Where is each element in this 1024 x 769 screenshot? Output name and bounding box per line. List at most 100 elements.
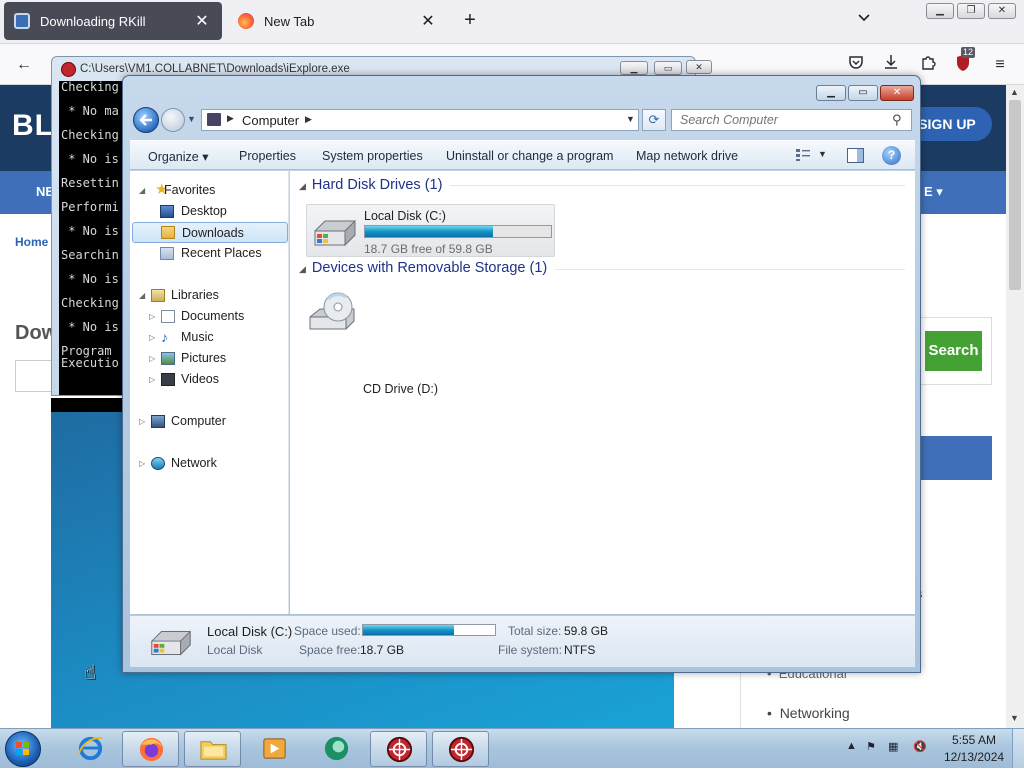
clock-date[interactable]: 12/13/2024 [944,750,1004,764]
console-close-button[interactable]: ✕ [686,60,712,74]
list-all-tabs-icon[interactable] [852,10,876,26]
console-minimize-button[interactable]: ▁ [620,61,648,75]
breadcrumb-home-link[interactable]: Home [15,235,48,249]
site-input[interactable] [15,360,55,392]
taskbar-media-player[interactable] [246,731,303,767]
desktop-icon [160,205,174,218]
breadcrumb-arrow-icon[interactable]: ▶ [227,113,234,124]
breadcrumb-arrow-icon[interactable]: ▶ [305,114,312,125]
new-tab-button[interactable]: + [458,9,482,32]
taskbar-app-green[interactable] [308,731,365,767]
site-logo[interactable]: BL [12,109,54,143]
taskbar-firefox[interactable] [122,731,179,767]
sidebar-link-networking[interactable]: • Networking [767,705,850,721]
page-scroll-thumb[interactable] [1009,100,1021,290]
map-network-drive-button[interactable]: Map network drive [636,149,738,163]
show-desktop-button[interactable] [1012,729,1024,768]
collapsed-triangle-icon[interactable]: ▷ [149,348,155,369]
volume-muted-icon[interactable]: 🔇 [913,740,927,753]
taskbar-rkill-console[interactable] [370,731,427,767]
nav-item-favorites[interactable]: ◢ ★ Favorites [130,180,288,201]
nav-item-videos[interactable]: ▷ Videos [130,369,288,390]
group-header-removable-storage[interactable]: ◢ Devices with Removable Storage (1) [299,260,547,276]
collapsed-triangle-icon[interactable]: ▷ [139,411,145,432]
tab-downloading-rkill[interactable]: Downloading RKill ✕ [4,2,222,40]
pocket-icon[interactable] [845,54,867,76]
close-tab-icon[interactable]: ✕ [418,11,438,31]
organize-menu-button[interactable]: Organize ▾ [148,149,208,164]
console-maximize-button[interactable]: ▭ [654,61,682,75]
nav-item-music[interactable]: ▷ ♪ Music [130,327,288,348]
start-button[interactable] [5,731,41,767]
change-view-icon[interactable] [795,148,811,162]
tab-new-tab[interactable]: New Tab ✕ [228,2,448,40]
show-hidden-icons-arrow[interactable]: ▲ [846,740,857,752]
help-icon[interactable]: ? [882,146,901,165]
browser-minimize-button[interactable]: ▁ [926,3,954,19]
nav-item-desktop[interactable]: Desktop [130,201,288,222]
scroll-up-arrow-icon[interactable]: ▲ [1010,87,1019,97]
site-search-button[interactable]: Search [925,331,982,371]
system-properties-button[interactable]: System properties [322,149,423,163]
taskbar-windows-explorer[interactable] [184,731,241,767]
uninstall-program-button[interactable]: Uninstall or change a program [446,149,613,163]
recent-locations-dropdown-icon[interactable]: ▼ [187,114,196,124]
browser-restore-button[interactable]: ❐ [957,3,985,19]
properties-button[interactable]: Properties [239,149,296,163]
nav-item-network[interactable]: ▷ Network [130,453,288,474]
action-center-icon[interactable]: ⚑ [866,740,876,753]
expanded-triangle-icon[interactable]: ◢ [139,180,145,201]
group-collapse-icon[interactable]: ◢ [299,264,306,274]
drive-c-tile[interactable]: Local Disk (C:) 18.7 GB free of 59.8 GB [306,204,555,257]
search-box[interactable]: ⚲ [671,109,912,131]
browser-close-button[interactable]: ✕ [988,3,1016,19]
hard-drive-icon [151,630,191,656]
collapsed-triangle-icon[interactable]: ▷ [149,306,155,327]
back-button[interactable] [133,107,159,133]
taskbar-rkill-app[interactable] [432,731,489,767]
nav-item-pictures[interactable]: ▷ Pictures [130,348,288,369]
address-history-dropdown-icon[interactable]: ▼ [626,114,635,124]
search-icon[interactable]: ⚲ [892,112,902,128]
network-tray-icon[interactable]: ▦ [888,740,898,753]
nav-item-downloads[interactable]: Downloads [132,222,288,243]
scroll-down-arrow-icon[interactable]: ▼ [1010,713,1019,723]
address-bar[interactable]: ▶ Computer ▶ ▼ [201,109,639,131]
expanded-triangle-icon[interactable]: ◢ [139,285,145,306]
drive-name: Local Disk (C:) [364,209,446,223]
collapsed-triangle-icon[interactable]: ▷ [149,369,155,390]
view-options-dropdown-icon[interactable]: ▼ [818,149,827,159]
clock-time[interactable]: 5:55 AM [952,733,996,747]
space-used-fill [363,625,454,635]
app-menu-icon[interactable]: ≡ [989,54,1011,76]
collapsed-triangle-icon[interactable]: ▷ [149,327,155,348]
refresh-button[interactable]: ⟳ [642,109,666,131]
downloads-folder-icon [161,226,175,239]
rkill-icon [448,736,475,763]
close-tab-icon[interactable]: ✕ [192,11,212,31]
nav-label: Desktop [181,204,227,218]
explorer-maximize-button[interactable]: ▭ [848,85,878,101]
group-collapse-icon[interactable]: ◢ [299,181,306,191]
breadcrumb-computer[interactable]: Computer [242,113,299,128]
group-header-hard-disks[interactable]: ◢ Hard Disk Drives (1) [299,177,442,193]
nav-item-computer[interactable]: ▷ Computer [130,411,288,432]
extensions-icon[interactable] [917,54,939,76]
ublock-extension-icon[interactable]: 12 [952,47,976,76]
tab-title: Downloading RKill [40,13,146,29]
explorer-minimize-button[interactable]: ▁ [816,85,846,101]
browser-tab-bar: Downloading RKill ✕ New Tab ✕ + ▁ ❐ ✕ [0,0,1024,44]
forward-button[interactable] [161,108,185,132]
search-input[interactable] [672,110,887,130]
details-pane: Local Disk (C:) Local Disk Space used: S… [130,615,915,667]
preview-pane-icon[interactable] [847,148,864,163]
nav-item-libraries[interactable]: ◢ Libraries [130,285,288,306]
downloads-icon[interactable] [880,54,902,76]
site-nav-dropdown[interactable]: E ▾ [924,184,943,200]
back-arrow-icon[interactable]: ← [13,54,35,76]
collapsed-triangle-icon[interactable]: ▷ [139,453,145,474]
nav-item-documents[interactable]: ▷ Documents [130,306,288,327]
taskbar-internet-explorer[interactable] [62,731,119,767]
nav-item-recent-places[interactable]: Recent Places [130,243,288,264]
explorer-close-button[interactable]: ✕ [880,85,914,101]
